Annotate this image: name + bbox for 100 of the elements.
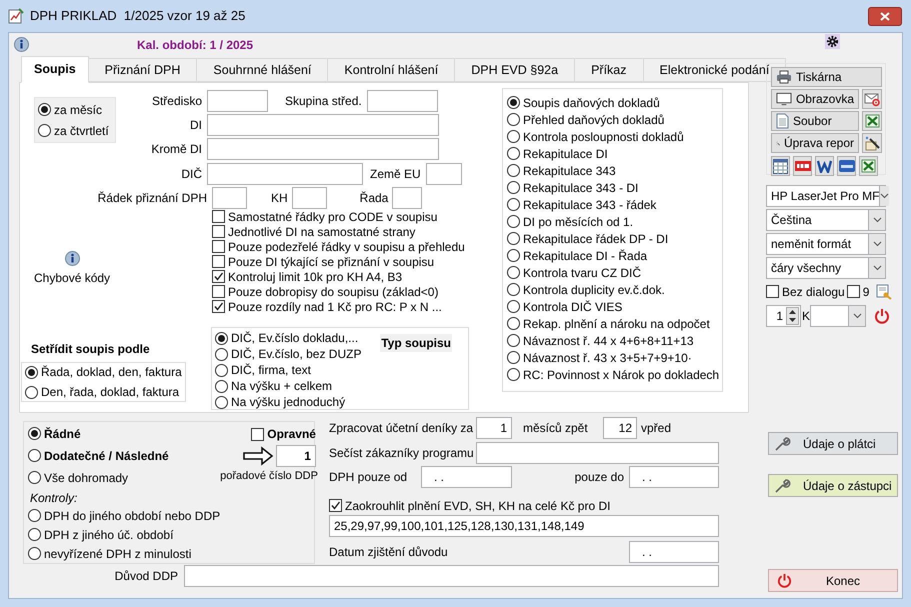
radio-option[interactable]: RC: Povinnost x Nárok po dokladech <box>507 366 722 383</box>
input-field[interactable]: 1 <box>476 417 512 439</box>
table-button[interactable] <box>771 156 790 176</box>
radio-button[interactable] <box>28 547 41 560</box>
dropdown[interactable]: Čeština <box>766 209 886 231</box>
designer-button[interactable] <box>862 133 882 153</box>
close-button[interactable] <box>868 6 902 26</box>
radio-button[interactable] <box>28 471 41 484</box>
checkbox[interactable] <box>212 240 225 253</box>
radio-option[interactable]: Soupis daňových dokladů <box>507 94 722 111</box>
checkbox[interactable] <box>212 270 225 283</box>
checkbox-option[interactable]: Pouze dobropisy do soupisu (základ<0) <box>212 284 465 299</box>
input-field[interactable] <box>292 187 327 209</box>
checkbox[interactable] <box>212 255 225 268</box>
input-field[interactable] <box>392 187 422 209</box>
checkbox-option[interactable]: Jednotlivé DI na samostatné strany <box>212 224 465 239</box>
radio-option[interactable]: DI po měsících od 1. <box>507 213 722 230</box>
radio-button[interactable] <box>25 366 38 378</box>
radio-option[interactable]: Rekapitulace DI - Řada <box>507 247 722 264</box>
tab[interactable]: Kontrolní hlášení <box>328 58 456 82</box>
printer-button[interactable]: Tiskárna <box>771 67 882 87</box>
radio-option[interactable]: DPH z jiného úč. období <box>28 525 220 544</box>
input-field[interactable] <box>207 90 268 112</box>
radio-option[interactable]: Na výšku + celkem <box>215 378 362 394</box>
input-field[interactable] <box>366 90 438 112</box>
checkbox-option[interactable]: Pouze podezřelé řádky v soupisu a přehledu <box>212 239 465 254</box>
input-field[interactable]: . . <box>629 541 719 563</box>
checkbox-option[interactable]: Bez dialogu <box>766 282 845 300</box>
radio-option[interactable]: Dodatečné / Následné <box>28 444 220 467</box>
side-button[interactable]: Údaje o plátci <box>768 432 898 455</box>
input-field[interactable] <box>476 442 719 464</box>
pdf-button[interactable] <box>793 156 812 176</box>
radio-option[interactable]: Rekapitulace 343 <box>507 162 722 179</box>
checkbox[interactable] <box>212 210 225 223</box>
radio-button[interactable] <box>507 334 520 347</box>
radio-option[interactable]: za čtvrtletí <box>38 122 115 140</box>
radio-button[interactable] <box>28 509 41 522</box>
radio-option[interactable]: Rekapitulace 343 - řádek <box>507 196 722 213</box>
checkbox-option[interactable]: Kontroluj limit 10k pro KH A4, B3 <box>212 269 465 284</box>
radio-option[interactable]: Na výšku jednoduchý <box>215 394 362 410</box>
radio-button[interactable] <box>215 348 228 360</box>
input-field[interactable]: . . <box>629 466 719 488</box>
radio-button[interactable] <box>507 130 520 143</box>
radio-option[interactable]: Řádné <box>28 423 220 445</box>
radio-option[interactable]: Rekapitulace 343 - DI <box>507 179 722 196</box>
radio-option[interactable]: za měsíc <box>38 100 115 118</box>
checkbox-option[interactable]: 9 <box>846 282 870 300</box>
tab[interactable]: Soupis <box>21 56 89 83</box>
input-field[interactable]: 12 <box>603 417 637 439</box>
input-field[interactable]: 1 <box>276 445 316 467</box>
radio-button[interactable] <box>28 528 41 542</box>
html-button[interactable] <box>837 156 856 176</box>
radio-button[interactable] <box>507 164 520 177</box>
radio-button[interactable] <box>28 449 41 462</box>
radio-option[interactable]: Vše dohromady <box>28 466 220 488</box>
dropdown[interactable]: neměnit formát <box>766 233 886 255</box>
radio-button[interactable] <box>507 181 520 194</box>
radio-option[interactable]: Kontrola posloupnosti dokladů <box>507 128 722 145</box>
input-field[interactable]: . . <box>421 466 512 488</box>
radio-button[interactable] <box>507 317 520 330</box>
input-field[interactable]: 25,29,97,99,100,101,125,128,130,131,148,149 <box>329 515 719 537</box>
radio-option[interactable]: Návaznost ř. 43 x 3+5+7+9+10· <box>507 349 722 366</box>
spreadsheet-button[interactable] <box>862 111 882 131</box>
checkbox[interactable] <box>251 428 264 440</box>
checkbox-option[interactable]: Pouze DI týkající se přiznání v soupisu <box>212 254 465 269</box>
radio-option[interactable]: DIČ, Ev.číslo, bez DUZP <box>215 346 362 362</box>
checkbox-option[interactable]: Opravné <box>251 423 316 445</box>
spinner-field[interactable]: 1 <box>766 305 801 327</box>
checkbox-option[interactable]: Zaokrouhlit plnění EVD, SH, KH na celé Kč pro DI <box>329 497 719 514</box>
radio-button[interactable] <box>215 396 228 408</box>
checkbox[interactable] <box>212 285 225 298</box>
radio-button[interactable] <box>507 368 520 381</box>
radio-button[interactable] <box>507 198 520 211</box>
radio-option[interactable]: Přehled daňových dokladů <box>507 111 722 128</box>
spreadsheet-button[interactable] <box>859 156 878 176</box>
radio-option[interactable]: Rekap. plnění a nároku na odpočet <box>507 315 722 332</box>
input-field[interactable] <box>207 163 363 185</box>
input-field[interactable] <box>207 138 439 160</box>
radio-option[interactable]: Kontrola tvaru CZ DIČ <box>507 264 722 281</box>
error-codes-link[interactable]: Chybové kódy <box>34 269 110 287</box>
radio-option[interactable]: Kontrola duplicity ev.č.dok. <box>507 281 722 298</box>
radio-button[interactable] <box>507 147 520 160</box>
checkbox[interactable] <box>329 499 342 512</box>
checkbox-option[interactable]: Samostatné řádky pro CODE v soupisu <box>212 209 465 224</box>
radio-button[interactable] <box>38 103 51 116</box>
radio-option[interactable]: Návaznost ř. 44 x 4+6+8+11+13 <box>507 332 722 349</box>
radio-button[interactable] <box>507 266 520 279</box>
radio-button[interactable] <box>507 283 520 296</box>
file-button[interactable]: Soubor <box>771 111 859 131</box>
radio-button[interactable] <box>507 215 520 228</box>
radio-button[interactable] <box>25 386 38 398</box>
radio-button[interactable] <box>507 351 520 364</box>
screen-button[interactable]: Obrazovka <box>771 89 859 109</box>
tab[interactable]: Elektronické podání <box>644 58 786 82</box>
tab[interactable]: Souhrnné hlášení <box>197 58 328 82</box>
radio-option[interactable]: DPH do jiného období nebo DDP <box>28 506 220 526</box>
report-edit-button[interactable]: Úprava repor <box>771 133 859 153</box>
tab[interactable]: Příkaz <box>575 58 644 82</box>
radio-button[interactable] <box>215 380 228 392</box>
radio-option[interactable]: DIČ, Ev.číslo dokladu,... <box>215 330 362 346</box>
